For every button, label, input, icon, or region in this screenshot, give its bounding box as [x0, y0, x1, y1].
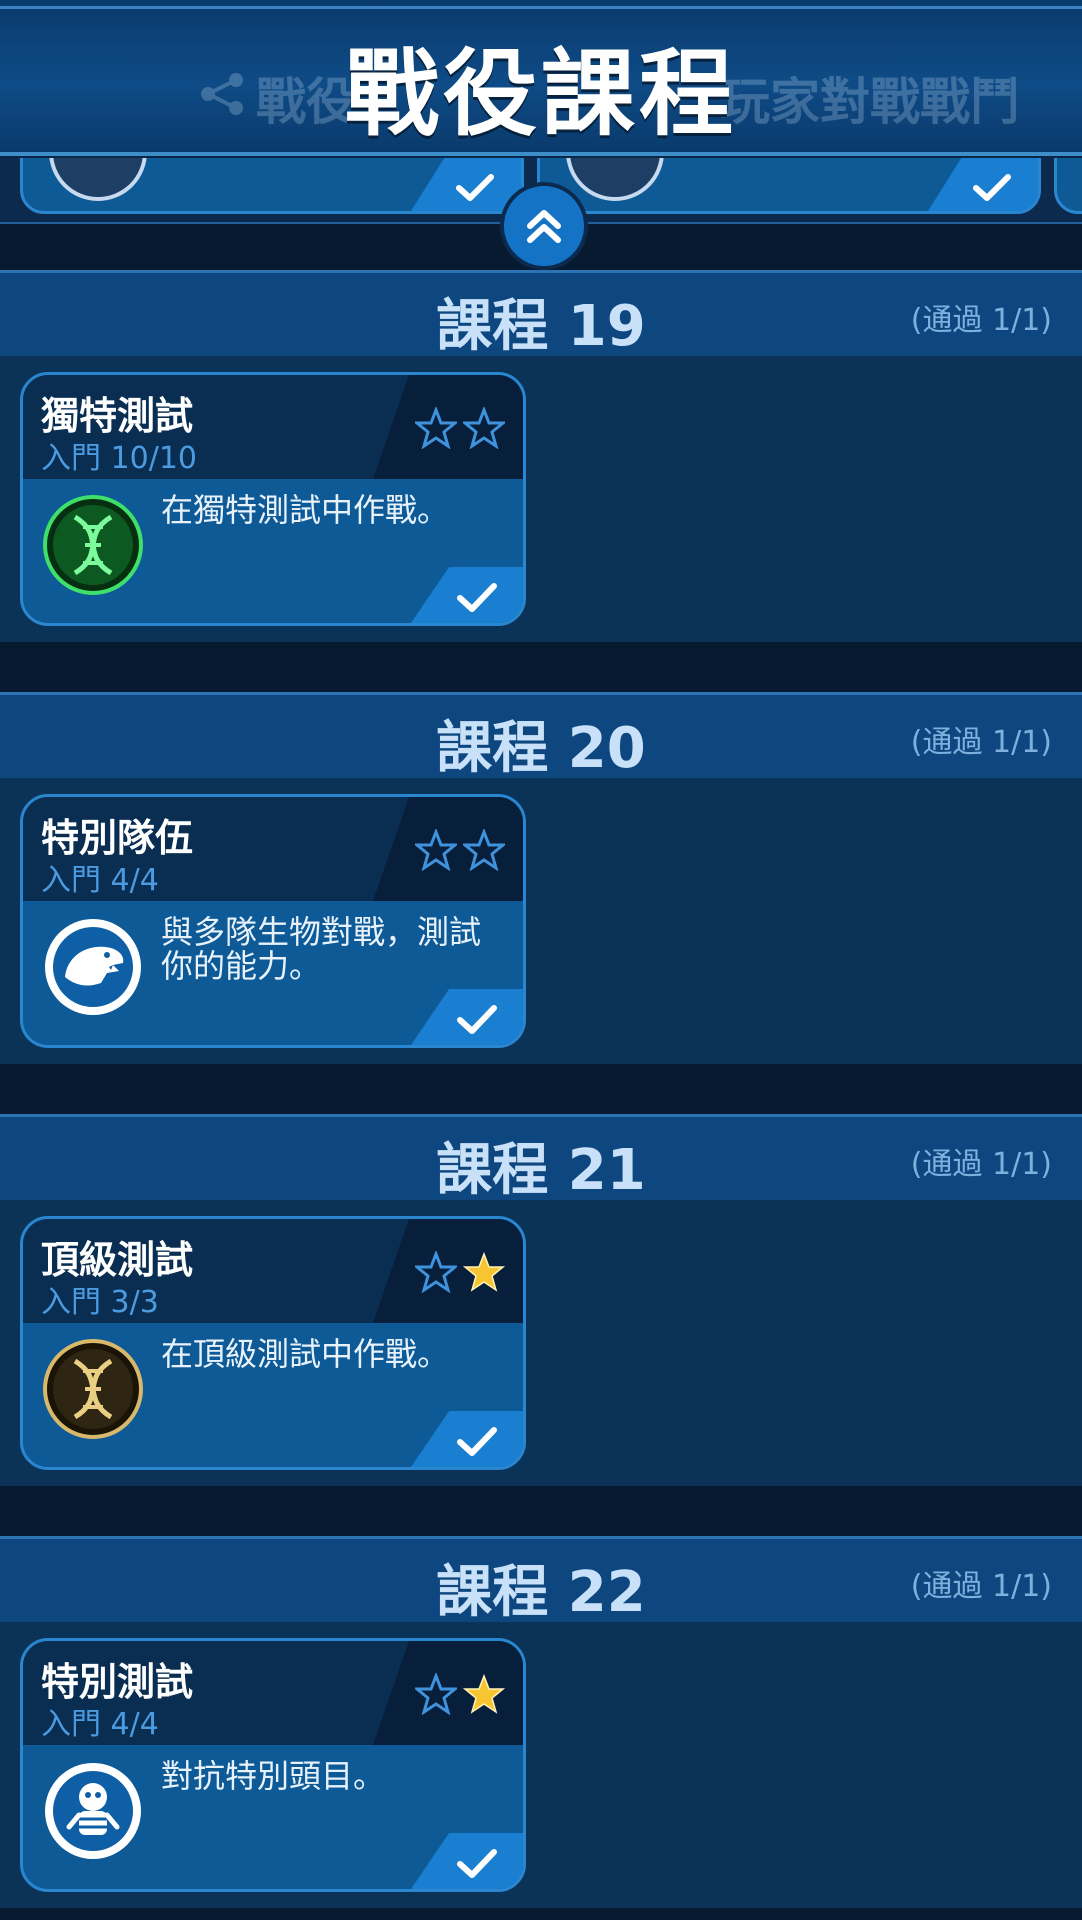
check-icon [457, 1427, 497, 1456]
course-card[interactable]: 獨特測試 入門 10/10 在獨特測試中作戰。 [20, 372, 526, 626]
double-chevron-up-icon [527, 210, 561, 243]
previous-card[interactable] [1054, 150, 1082, 214]
section-body: 獨特測試 入門 10/10 在獨特測試中作戰。 [0, 356, 1082, 642]
star-rating [415, 1251, 505, 1293]
previous-card[interactable] [537, 150, 1041, 214]
section-status: (通過 1/1) [910, 303, 1052, 338]
card-title: 特別測試 [41, 1660, 194, 1704]
check-icon [457, 1849, 497, 1878]
section-divider [0, 1490, 1082, 1536]
completed-corner [411, 567, 523, 623]
course-section: 課程 21 (通過 1/1) 頂級測試 入門 3/3 在頂級測試中作戰。 [0, 1114, 1082, 1486]
check-icon [456, 174, 494, 201]
check-icon [457, 1005, 497, 1034]
completed-corner [411, 989, 523, 1045]
section-divider [0, 646, 1082, 692]
card-title: 頂級測試 [41, 1238, 194, 1282]
card-progress: 入門 4/4 [41, 863, 159, 898]
gold-dna-icon [43, 1339, 143, 1439]
card-description: 對抗特別頭目。 [161, 1757, 386, 1795]
star-empty-icon [463, 829, 505, 871]
card-header: 特別測試 入門 4/4 [23, 1641, 523, 1745]
course-section: 課程 22 (通過 1/1) 特別測試 入門 4/4 對抗特別頭目。 [0, 1536, 1082, 1908]
completed-corner [411, 155, 521, 211]
star-rating [415, 407, 505, 449]
star-empty-icon [463, 407, 505, 449]
section-status: (通過 1/1) [910, 1569, 1052, 1604]
check-icon [457, 583, 497, 612]
card-header: 頂級測試 入門 3/3 [23, 1219, 523, 1323]
collapse-button[interactable] [500, 182, 588, 270]
course-card[interactable]: 特別隊伍 入門 4/4 與多隊生物對戰，測試你的能力。 [20, 794, 526, 1048]
card-progress: 入門 4/4 [41, 1707, 159, 1742]
card-header: 特別隊伍 入門 4/4 [23, 797, 523, 901]
section-header: 課程 21 (通過 1/1) [0, 1114, 1082, 1203]
previous-card[interactable] [20, 150, 524, 214]
star-empty-icon [415, 829, 457, 871]
section-header: 課程 20 (通過 1/1) [0, 692, 1082, 781]
card-progress: 入門 10/10 [41, 441, 197, 476]
section-divider [0, 1068, 1082, 1114]
course-card[interactable]: 頂級測試 入門 3/3 在頂級測試中作戰。 [20, 1216, 526, 1470]
section-body: 特別測試 入門 4/4 對抗特別頭目。 [0, 1622, 1082, 1908]
check-icon [973, 174, 1011, 201]
previous-card-icon [49, 150, 147, 201]
star-empty-icon [415, 407, 457, 449]
completed-corner [411, 1411, 523, 1467]
star-filled-icon [463, 1251, 505, 1292]
completed-corner [411, 1833, 523, 1889]
card-description: 在頂級測試中作戰。 [161, 1335, 450, 1373]
card-description: 在獨特測試中作戰。 [161, 491, 450, 529]
section-header: 課程 19 (通過 1/1) [0, 270, 1082, 359]
star-filled-icon [463, 1673, 505, 1714]
section-status: (通過 1/1) [910, 1147, 1052, 1182]
green-dna-icon [43, 495, 143, 595]
top-header: 戰役 玩家對戰戰鬥 戰役課程 [0, 0, 1082, 156]
previous-card-icon [566, 150, 664, 201]
completed-corner [928, 155, 1038, 211]
card-progress: 入門 3/3 [41, 1285, 159, 1320]
card-description: 與多隊生物對戰，測試你的能力。 [161, 913, 482, 985]
card-header: 獨特測試 入門 10/10 [23, 375, 523, 479]
course-section: 課程 20 (通過 1/1) 特別隊伍 入門 4/4 與多隊生物對戰，測試你的能… [0, 692, 1082, 1064]
course-card[interactable]: 特別測試 入門 4/4 對抗特別頭目。 [20, 1638, 526, 1892]
course-section: 課程 19 (通過 1/1) 獨特測試 入門 10/10 在獨特測試中作戰。 [0, 270, 1082, 642]
section-body: 頂級測試 入門 3/3 在頂級測試中作戰。 [0, 1200, 1082, 1486]
star-rating [415, 829, 505, 871]
page-title: 戰役課程 [344, 40, 737, 149]
section-status: (通過 1/1) [910, 725, 1052, 760]
header-top-line [0, 6, 1082, 9]
section-body: 特別隊伍 入門 4/4 與多隊生物對戰，測試你的能力。 [0, 778, 1082, 1064]
star-empty-icon [415, 1673, 457, 1715]
trex-logo-icon [43, 917, 143, 1017]
section-divider [0, 1908, 1082, 1920]
boss-character-icon [43, 1761, 143, 1861]
section-header: 課程 22 (通過 1/1) [0, 1536, 1082, 1625]
card-title: 特別隊伍 [41, 816, 194, 860]
star-rating [415, 1673, 505, 1715]
card-title: 獨特測試 [41, 394, 194, 438]
star-empty-icon [415, 1251, 457, 1293]
